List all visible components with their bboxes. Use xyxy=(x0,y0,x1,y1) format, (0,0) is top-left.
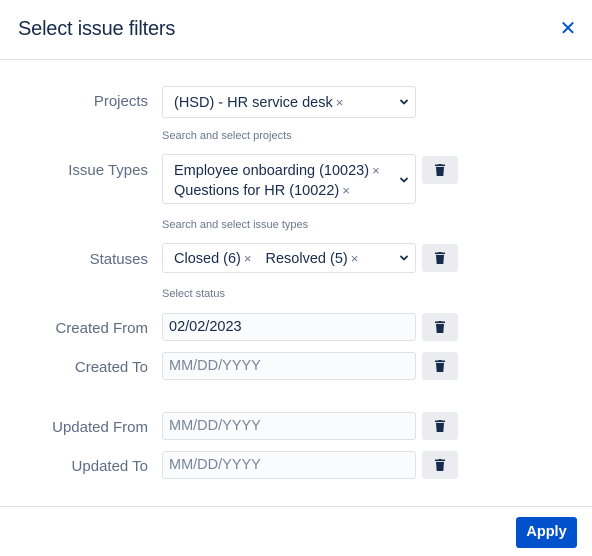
trash-icon xyxy=(435,252,445,264)
dialog-title: Select issue filters xyxy=(18,18,176,40)
updated-from-input[interactable]: MM/DD/YYYY xyxy=(162,412,416,440)
chevron-down-icon xyxy=(400,177,408,183)
chevron-down-icon xyxy=(400,99,408,105)
clear-updated-to-button[interactable] xyxy=(422,451,458,479)
clear-created-to-button[interactable] xyxy=(422,352,458,380)
clear-created-from-button[interactable] xyxy=(422,313,458,341)
clear-issue-types-button[interactable] xyxy=(422,156,458,184)
statuses-select[interactable]: Closed (6) × Resolved (5) × xyxy=(162,243,416,273)
clear-statuses-button[interactable] xyxy=(422,244,458,272)
remove-chip-icon[interactable]: × xyxy=(342,183,350,198)
created-from-label: Created From xyxy=(55,320,148,337)
issue-type-chip: Employee onboarding (10023) × xyxy=(174,163,380,179)
statuses-label: Statuses xyxy=(89,251,148,268)
footer-divider xyxy=(0,506,592,507)
remove-chip-icon[interactable]: × xyxy=(336,95,344,110)
trash-icon xyxy=(435,420,445,432)
issue-types-select[interactable]: Employee onboarding (10023) × Questions f… xyxy=(162,154,416,204)
issue-types-helper: Search and select issue types xyxy=(162,219,309,231)
projects-select[interactable]: (HSD) - HR service desk × xyxy=(162,86,416,118)
status-chip: Resolved (5) × xyxy=(265,251,359,267)
remove-chip-icon[interactable]: × xyxy=(351,251,359,266)
trash-icon xyxy=(435,164,445,176)
remove-chip-icon[interactable]: × xyxy=(244,251,252,266)
statuses-helper: Select status xyxy=(162,288,225,300)
created-to-input[interactable]: MM/DD/YYYY xyxy=(162,352,416,380)
close-icon[interactable]: ✕ xyxy=(558,19,578,39)
issue-types-label: Issue Types xyxy=(68,162,148,179)
updated-to-label: Updated To xyxy=(71,458,148,475)
remove-chip-icon[interactable]: × xyxy=(372,163,380,178)
dialog-header: Select issue filters ✕ xyxy=(0,0,592,60)
apply-button[interactable]: Apply xyxy=(516,517,577,548)
status-chip: Closed (6) × xyxy=(174,251,252,267)
trash-icon xyxy=(435,321,445,333)
issue-type-chip: Questions for HR (10022) × xyxy=(174,183,350,199)
updated-from-label: Updated From xyxy=(52,419,148,436)
created-to-label: Created To xyxy=(74,359,148,376)
project-chip: (HSD) - HR service desk × xyxy=(174,95,344,111)
trash-icon xyxy=(435,360,445,372)
created-from-input[interactable]: 02/02/2023 xyxy=(162,313,416,341)
updated-to-input[interactable]: MM/DD/YYYY xyxy=(162,451,416,479)
clear-updated-from-button[interactable] xyxy=(422,412,458,440)
chevron-down-icon xyxy=(400,255,408,261)
projects-helper: Search and select projects xyxy=(162,130,292,142)
trash-icon xyxy=(435,459,445,471)
projects-label: Projects xyxy=(93,93,148,110)
